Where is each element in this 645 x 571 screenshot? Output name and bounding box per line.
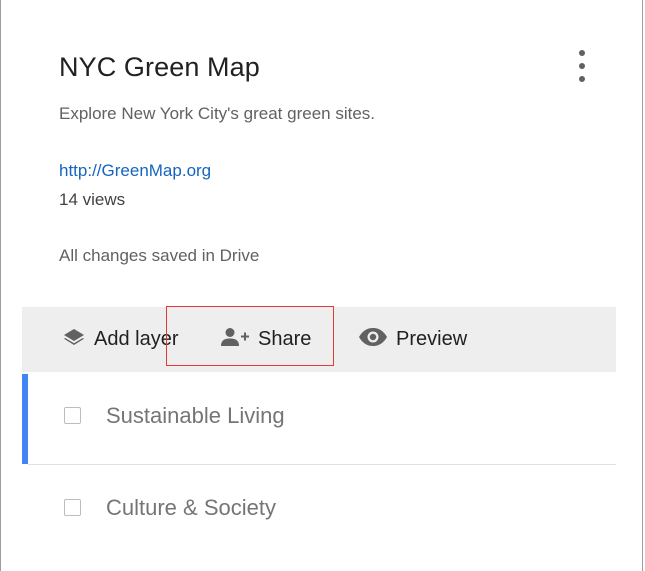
layer-item-culture-society[interactable]: Culture & Society bbox=[22, 466, 616, 556]
layer-toolbar: Add layer Share Preview bbox=[22, 307, 616, 372]
layer-checkbox[interactable] bbox=[64, 407, 81, 424]
view-count: 14 views bbox=[59, 190, 126, 209]
add-layer-button[interactable]: Add layer bbox=[62, 307, 179, 372]
share-button[interactable]: Share bbox=[220, 307, 311, 372]
layer-divider bbox=[28, 464, 616, 465]
person-add-icon bbox=[220, 327, 250, 353]
layer-label: Culture & Society bbox=[106, 495, 276, 520]
layer-label: Sustainable Living bbox=[106, 403, 285, 428]
layers-icon bbox=[62, 327, 86, 353]
map-details-panel: NYC Green Map Explore New York City's gr… bbox=[22, 0, 616, 571]
layer-checkbox[interactable] bbox=[64, 499, 81, 516]
eye-icon bbox=[358, 327, 388, 353]
more-options-icon[interactable] bbox=[570, 46, 594, 86]
map-description[interactable]: Explore New York City's great green site… bbox=[59, 104, 375, 124]
add-layer-label: Add layer bbox=[94, 328, 179, 350]
preview-label: Preview bbox=[396, 328, 468, 350]
share-label: Share bbox=[258, 328, 312, 350]
layer-item-sustainable-living[interactable]: Sustainable Living bbox=[22, 374, 616, 464]
map-title[interactable]: NYC Green Map bbox=[59, 52, 260, 83]
save-status: All changes saved in Drive bbox=[59, 246, 260, 265]
preview-button[interactable]: Preview bbox=[358, 307, 467, 372]
map-link[interactable]: http://GreenMap.org bbox=[59, 161, 211, 181]
